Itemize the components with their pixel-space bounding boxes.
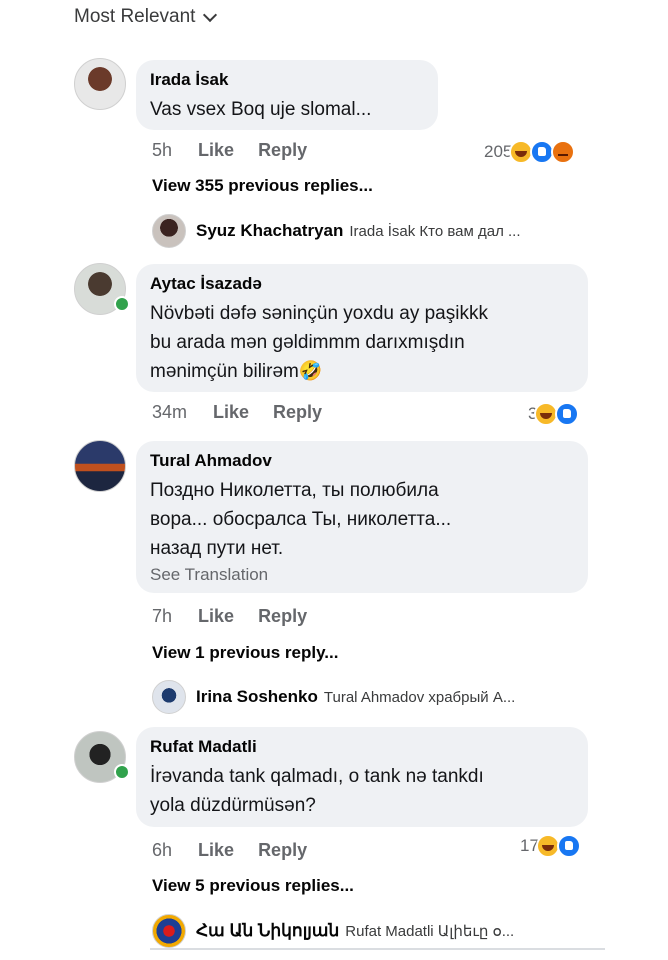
view-previous-replies[interactable]: View 5 previous replies... [152, 876, 354, 896]
reply-text: Rufat Madatli Ալիեւը օ... [345, 923, 515, 940]
reply-button[interactable]: Reply [258, 140, 307, 161]
like-button[interactable]: Like [198, 140, 234, 161]
avatar[interactable] [74, 58, 126, 110]
avatar[interactable] [152, 680, 186, 714]
comment-text: Növbəti dəfə səninçün yoxdu ay paşikkk b… [150, 303, 488, 382]
reply-button[interactable]: Reply [258, 840, 307, 861]
reply-button[interactable]: Reply [273, 402, 322, 423]
comment-bubble: Aytac İsazadə Növbəti dəfə səninçün yoxd… [136, 264, 588, 392]
comment-author[interactable]: Rufat Madatli [150, 737, 574, 757]
like-button[interactable]: Like [198, 606, 234, 627]
angry-reaction-icon [551, 140, 576, 164]
comment-text: Vas vsex Boq uje slomal... [150, 99, 372, 120]
view-previous-replies[interactable]: View 355 previous replies... [152, 176, 373, 196]
comment-actions: 5h Like Reply [152, 140, 331, 161]
reply-author[interactable]: Irina Soshenko [196, 687, 318, 707]
chevron-down-icon [203, 7, 218, 22]
latest-reply[interactable]: Irina Soshenko Tural Ahmadov храбрый А..… [152, 680, 515, 714]
comment-bubble: Tural Ahmadov Поздно Николетта, ты полюб… [136, 441, 588, 593]
reaction-count: 205 [484, 142, 513, 161]
latest-reply[interactable]: Հա Ան Նիկոլյան Rufat Madatli Ալիեւը օ... [152, 914, 514, 948]
comment-author[interactable]: Tural Ahmadov [150, 451, 574, 471]
reply-author[interactable]: Syuz Khachatryan [196, 221, 343, 241]
avatar[interactable] [152, 914, 186, 948]
comment-actions: 7h Like Reply [152, 606, 331, 627]
online-status-icon [114, 764, 130, 780]
comment-text: İrəvanda tank qalmadı, o tank nə tankdı … [150, 766, 484, 816]
sort-dropdown[interactable]: Most Relevant [74, 6, 218, 28]
like-reaction-icon [555, 402, 580, 426]
comment-time[interactable]: 7h [152, 606, 172, 627]
comment-actions: 6h Like Reply [152, 840, 331, 861]
sort-label: Most Relevant [74, 6, 196, 27]
avatar[interactable] [74, 440, 126, 492]
reaction-summary[interactable]: 205 [484, 140, 576, 164]
reply-text: Irada İsak Кто вам дал ... [349, 222, 521, 240]
divider [150, 948, 605, 950]
comment-author[interactable]: Aytac İsazadə [150, 274, 574, 294]
reply-text: Tural Ahmadov храбрый А... [323, 688, 516, 706]
comment-author[interactable]: Irada İsak [150, 70, 424, 90]
view-previous-replies[interactable]: View 1 previous reply... [152, 643, 338, 663]
comment-bubble: Irada İsak Vas vsex Boq uje slomal... [136, 60, 438, 130]
reply-button[interactable]: Reply [258, 606, 307, 627]
like-button[interactable]: Like [213, 402, 249, 423]
online-status-icon [114, 296, 130, 312]
comment-time[interactable]: 5h [152, 140, 172, 161]
comment-text: Поздно Николетта, ты полюбила вора... об… [150, 480, 452, 559]
like-button[interactable]: Like [198, 840, 234, 861]
see-translation-link[interactable]: See Translation [150, 565, 574, 585]
comment-actions: 34m Like Reply [152, 402, 346, 423]
reaction-summary[interactable]: 17 [520, 834, 581, 858]
comment-time[interactable]: 6h [152, 840, 172, 861]
reply-author[interactable]: Հա Ան Նիկոլյան [196, 921, 339, 941]
comment-time[interactable]: 34m [152, 402, 187, 423]
latest-reply[interactable]: Syuz Khachatryan Irada İsak Кто вам дал … [152, 214, 521, 248]
avatar[interactable] [152, 214, 186, 248]
reaction-summary[interactable]: 3 [528, 402, 580, 426]
comment-bubble: Rufat Madatli İrəvanda tank qalmadı, o t… [136, 727, 588, 827]
like-reaction-icon [556, 834, 581, 858]
